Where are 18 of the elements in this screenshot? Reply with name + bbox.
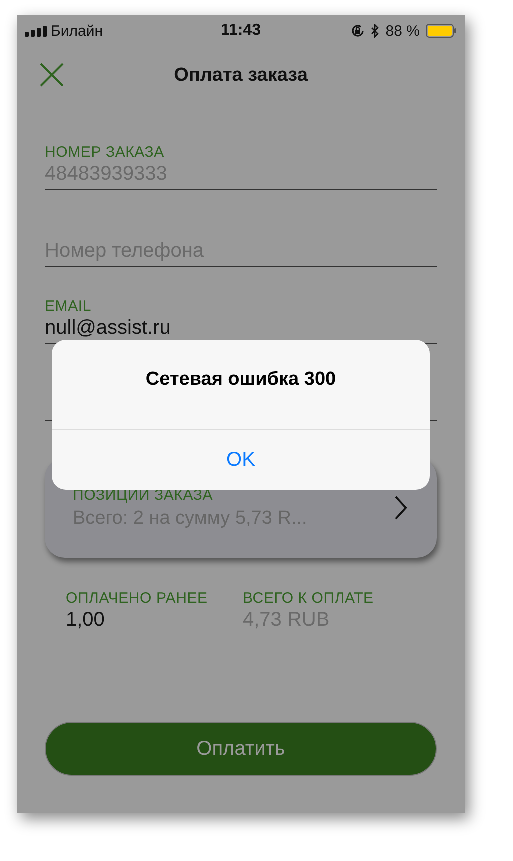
carrier-name: Билайн: [51, 22, 103, 40]
chevron-right-icon: [395, 496, 407, 520]
total-value: 1,00: [66, 609, 106, 632]
close-icon[interactable]: [40, 63, 64, 87]
battery-percent: 88 %: [386, 22, 420, 40]
field-label: НОМЕР ЗАКАЗА: [45, 144, 166, 161]
battery-icon: [426, 24, 457, 38]
signal-icon: [25, 26, 47, 36]
ok-button[interactable]: OK: [52, 429, 430, 490]
bluetooth-icon: [370, 24, 380, 38]
total-label: ОПЛАЧЕНО РАНЕЕ: [66, 590, 209, 607]
clock-time: 11:43: [220, 22, 262, 40]
field-value: null@assist.ru: [45, 317, 172, 340]
field-label: EMAIL: [45, 298, 93, 315]
rotation-lock-icon: [350, 24, 365, 38]
alert-title: Сетевая ошибка 300: [146, 369, 336, 392]
screen-title: Оплата заказа: [174, 65, 308, 87]
total-label: ВСЕГО К ОПЛАТЕ: [243, 590, 375, 607]
